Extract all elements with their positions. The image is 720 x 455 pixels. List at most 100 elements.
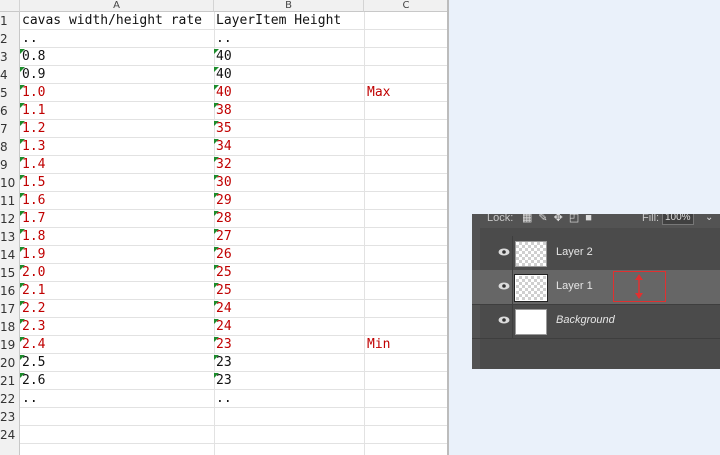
cell-a[interactable]: 1.1 — [22, 102, 45, 120]
row-header[interactable]: 24 — [0, 426, 19, 444]
cell-b[interactable]: LayerItem Height — [216, 12, 341, 30]
row-header[interactable]: 22 — [0, 390, 19, 408]
cell-a[interactable]: 1.9 — [22, 246, 45, 264]
row-divider — [20, 119, 449, 120]
row-header[interactable]: 3 — [0, 48, 19, 66]
cell-a[interactable]: 1.0 — [22, 84, 45, 102]
lock-label: Lock: — [487, 214, 514, 224]
number-as-text-marker — [214, 265, 219, 270]
cell-a[interactable]: 2.0 — [22, 264, 45, 282]
visibility-toggle[interactable] — [480, 236, 513, 270]
row-header[interactable]: 1 — [0, 12, 19, 30]
number-as-text-marker — [20, 175, 25, 180]
cell-b[interactable]: .. — [216, 30, 232, 48]
column-header-b[interactable]: B — [214, 0, 364, 12]
row-divider — [20, 425, 449, 426]
layer-name[interactable]: Layer 1 — [556, 280, 593, 292]
layer-row-layer-1[interactable]: Layer 1 — [472, 270, 720, 305]
eye-icon[interactable] — [498, 282, 510, 290]
cell-a[interactable]: 1.8 — [22, 228, 45, 246]
number-as-text-marker — [214, 319, 219, 324]
row-header[interactable]: 20 — [0, 354, 19, 372]
cell-c[interactable]: Min — [367, 336, 390, 354]
row-header[interactable]: 18 — [0, 318, 19, 336]
fill-dropdown-icon[interactable]: ⌄ — [705, 214, 713, 224]
cell-a[interactable]: 1.7 — [22, 210, 45, 228]
row-header[interactable]: 9 — [0, 156, 19, 174]
row-header[interactable]: 17 — [0, 300, 19, 318]
lock-move-icon[interactable]: ✥ — [554, 214, 569, 224]
row-header[interactable]: 4 — [0, 66, 19, 84]
number-as-text-marker — [214, 139, 219, 144]
fill-label: Fill: — [642, 214, 660, 224]
number-as-text-marker — [214, 283, 219, 288]
cell-b[interactable]: .. — [216, 390, 232, 408]
cell-a[interactable]: 2.5 — [22, 354, 45, 372]
lock-icons: ▦✎✥◰■ — [522, 214, 598, 224]
column-header-c[interactable]: C — [364, 0, 449, 12]
number-as-text-marker — [20, 373, 25, 378]
cell-a[interactable]: 2.1 — [22, 282, 45, 300]
cell-a[interactable]: 1.4 — [22, 156, 45, 174]
row-header[interactable]: 19 — [0, 336, 19, 354]
cell-a[interactable]: 2.6 — [22, 372, 45, 390]
row-header[interactable]: 8 — [0, 138, 19, 156]
row-header[interactable]: 21 — [0, 372, 19, 390]
cell-a[interactable]: .. — [22, 30, 38, 48]
cell-a[interactable]: cavas width/height rate — [22, 12, 202, 30]
layer-row-background[interactable]: Background — [472, 304, 720, 339]
row-header[interactable]: 16 — [0, 282, 19, 300]
number-as-text-marker — [214, 175, 219, 180]
number-as-text-marker — [20, 157, 25, 162]
lock-transparent-icon[interactable]: ▦ — [522, 214, 538, 224]
row-divider — [20, 191, 449, 192]
cell-c[interactable]: Max — [367, 84, 390, 102]
row-divider — [20, 299, 449, 300]
cell-a[interactable]: 0.9 — [22, 66, 45, 84]
cell-a[interactable]: 1.5 — [22, 174, 45, 192]
number-as-text-marker — [214, 373, 219, 378]
cell-a[interactable]: 1.2 — [22, 120, 45, 138]
cell-a[interactable]: 1.6 — [22, 192, 45, 210]
row-divider — [20, 245, 449, 246]
eye-icon[interactable] — [498, 248, 510, 256]
lock-artboard-icon[interactable]: ◰ — [569, 214, 585, 224]
resize-arrow-icon — [635, 274, 643, 299]
number-as-text-marker — [214, 103, 219, 108]
row-header[interactable]: 7 — [0, 120, 19, 138]
row-header[interactable]: 14 — [0, 246, 19, 264]
row-header[interactable]: 2 — [0, 30, 19, 48]
layer-row-layer-2[interactable]: Layer 2 — [472, 236, 720, 271]
row-header[interactable]: 13 — [0, 228, 19, 246]
cell-a[interactable]: .. — [22, 390, 38, 408]
eye-icon[interactable] — [498, 316, 510, 324]
column-header-a[interactable]: A — [20, 0, 214, 12]
cell-a[interactable]: 2.4 — [22, 336, 45, 354]
cell-a[interactable]: 0.8 — [22, 48, 45, 66]
row-header[interactable]: 15 — [0, 264, 19, 282]
row-header[interactable]: 11 — [0, 192, 19, 210]
row-header[interactable]: 10 — [0, 174, 19, 192]
number-as-text-marker — [214, 229, 219, 234]
layer-name[interactable]: Layer 2 — [556, 246, 593, 258]
cell-a[interactable]: 2.3 — [22, 318, 45, 336]
layer-name[interactable]: Background — [556, 314, 615, 326]
row-header[interactable]: 5 — [0, 84, 19, 102]
cell-a[interactable]: 1.3 — [22, 138, 45, 156]
cell-a[interactable]: 2.2 — [22, 300, 45, 318]
row-header[interactable]: 23 — [0, 408, 19, 426]
layer-thumbnail — [515, 309, 547, 335]
row-header[interactable]: 12 — [0, 210, 19, 228]
number-as-text-marker — [20, 85, 25, 90]
row-divider — [20, 137, 449, 138]
visibility-toggle[interactable] — [480, 270, 513, 304]
row-divider — [20, 263, 449, 264]
number-as-text-marker — [214, 85, 219, 90]
visibility-toggle[interactable] — [480, 304, 513, 338]
fill-input[interactable]: 100% — [662, 214, 694, 225]
row-header[interactable]: 6 — [0, 102, 19, 120]
number-as-text-marker — [20, 193, 25, 198]
select-all-corner[interactable] — [0, 0, 20, 12]
lock-all-icon[interactable]: ■ — [585, 214, 598, 224]
lock-paint-icon[interactable]: ✎ — [538, 214, 553, 224]
